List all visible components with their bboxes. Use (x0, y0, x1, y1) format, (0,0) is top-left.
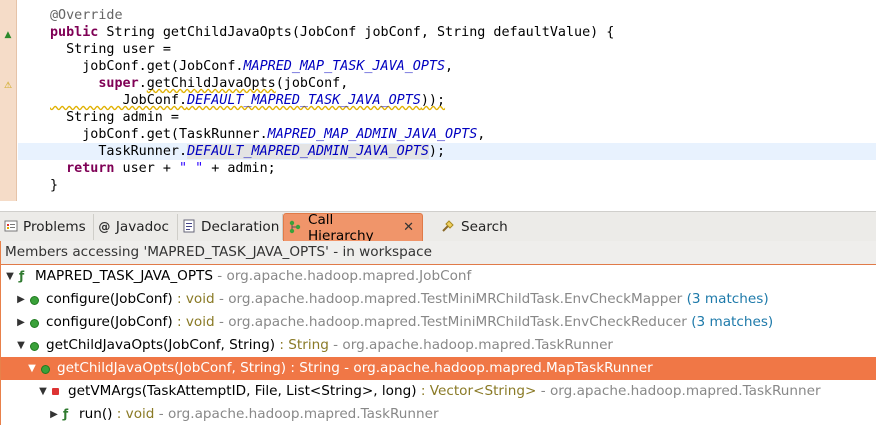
tree-row-label: configure(JobConf) : void - org.apache.h… (46, 311, 773, 334)
code-line: } (50, 178, 59, 193)
hierarchy-status-label: Members accessing 'MAPRED_TASK_JAVA_OPTS… (1, 241, 876, 265)
code-line: return user + " " + admin; (66, 161, 276, 176)
expanded-arrow-icon[interactable]: ▼ (38, 380, 48, 403)
code-text[interactable]: @Override public String getChildJavaOpts… (18, 7, 876, 194)
code-line: String user = (50, 42, 171, 57)
protected-method-icon (52, 388, 59, 395)
tree-row-name: configure(JobConf) (46, 314, 173, 330)
override-method-icon (30, 342, 39, 351)
tab-problems[interactable]: Problems (0, 214, 94, 240)
final-method-icon: ƒ (63, 407, 69, 421)
tree-row-ret: : void (172, 314, 215, 330)
problems-icon (4, 219, 18, 235)
code-editor[interactable]: ▲ ⚠ @Override public String getChildJava… (0, 0, 876, 207)
call-hierarchy-icon (288, 220, 303, 236)
code-line: @Override (18, 7, 876, 24)
field-icon: ƒ (19, 269, 25, 283)
tree-row-pkg: - org.apache.hadoop.mapred.MapTaskRunner (339, 360, 653, 376)
collapsed-arrow-icon[interactable]: ▶ (49, 403, 59, 426)
tree-row-pkg: - org.apache.hadoop.mapred.TaskRunner (328, 337, 614, 353)
tree-row-name: configure(JobConf) (46, 291, 173, 307)
tree-row-matches: (3 matches) (682, 291, 769, 307)
call-hierarchy-view: Members accessing 'MAPRED_TASK_JAVA_OPTS… (0, 241, 876, 425)
tree-row-label: MAPRED_TASK_JAVA_OPTS - org.apache.hadoo… (35, 265, 471, 288)
call-hierarchy-tree[interactable]: ▼ ƒ MAPRED_TASK_JAVA_OPTS - org.apache.had… (1, 265, 876, 426)
tree-row-pkg: - org.apache.hadoop.mapred.TestMiniMRChi… (214, 314, 687, 330)
javadoc-icon: @ (98, 220, 111, 234)
tree-row-ret: : String (275, 337, 329, 353)
tree-row-name: MAPRED_TASK_JAVA_OPTS (35, 268, 213, 284)
override-method-icon (41, 365, 50, 374)
code-line: public String getChildJavaOpts(JobConf j… (18, 24, 876, 41)
tree-row-pkg: - org.apache.hadoop.mapred.TaskRunner (154, 406, 439, 422)
declaration-icon (182, 219, 196, 235)
tree-row-ret: : Vector<String> (416, 383, 537, 399)
tree-row-pkg: - org.apache.hadoop.mapred.TaskRunner (536, 383, 821, 399)
tree-row[interactable]: ▼ getChildJavaOpts(JobConf, String) : Str… (1, 334, 876, 357)
close-icon[interactable]: ✕ (403, 220, 414, 235)
code-line: super.getChildJavaOpts(jobConf, (98, 76, 349, 91)
tree-row-name: getChildJavaOpts(JobConf, String) (46, 337, 276, 353)
code-line: JobConf.DEFAULT_MAPRED_TASK_JAVA_OPTS)); (50, 93, 446, 108)
tree-row-ret: : void (172, 291, 215, 307)
tree-row-label: getChildJavaOpts(JobConf, String) : Stri… (46, 334, 613, 357)
tree-row-name: run() (79, 406, 113, 422)
code-annotation: @Override (50, 8, 123, 23)
collapsed-arrow-icon[interactable]: ▶ (16, 288, 26, 311)
collapsed-arrow-icon[interactable]: ▶ (16, 311, 26, 334)
tab-declaration[interactable]: Declaration (178, 214, 283, 240)
search-icon (440, 219, 456, 235)
tree-row-label: getVMArgs(TaskAttemptID, File, List<Stri… (68, 380, 821, 403)
tab-search[interactable]: Search (436, 214, 516, 240)
public-method-icon (30, 296, 39, 305)
tree-row-label: getChildJavaOpts(JobConf, String) : Stri… (57, 357, 653, 380)
tab-call-hierarchy[interactable]: Call Hierarchy ✕ (283, 212, 423, 244)
public-method-icon (30, 319, 39, 328)
expanded-arrow-icon[interactable]: ▼ (16, 334, 26, 357)
tree-row[interactable]: ▼ getChildJavaOpts(JobConf, String) : Str… (1, 357, 876, 380)
code-line: String admin = (50, 110, 179, 125)
tree-row[interactable]: ▶ configure(JobConf) : void - org.apache.… (1, 311, 876, 334)
tree-row-pkg: - org.apache.hadoop.mapred.JobConf (212, 268, 472, 284)
code-line: jobConf.get(JobConf.MAPRED_MAP_TASK_JAVA… (50, 59, 454, 74)
code-line: jobConf.get(TaskRunner.MAPRED_MAP_ADMIN_… (50, 127, 486, 142)
editor-ruler: ▲ ⚠ (0, 0, 17, 201)
tree-row[interactable]: ▶ configure(JobConf) : void - org.apache.… (1, 288, 876, 311)
tab-javadoc[interactable]: @ Javadoc (94, 214, 178, 240)
tree-row-label: configure(JobConf) : void - org.apache.h… (46, 288, 769, 311)
tree-row-label: run() : void - org.apache.hadoop.mapred.… (79, 403, 439, 426)
tree-row-ret: : void (112, 406, 155, 422)
override-marker-icon[interactable]: ▲ (3, 31, 13, 40)
code-line-current: TaskRunner.DEFAULT_MAPRED_ADMIN_JAVA_OPT… (18, 143, 876, 160)
tree-row[interactable]: ▼ getVMArgs(TaskAttemptID, File, List<Str… (1, 380, 876, 403)
tree-row-pkg: - org.apache.hadoop.mapred.TestMiniMRChi… (214, 291, 683, 307)
tree-row[interactable]: ▼ ƒ MAPRED_TASK_JAVA_OPTS - org.apache.had… (1, 265, 876, 288)
tree-row-name: getVMArgs(TaskAttemptID, File, List<Stri… (68, 383, 417, 399)
code-method-signature: public String getChildJavaOpts(JobConf j… (50, 25, 615, 40)
tree-row-matches: (3 matches) (686, 314, 774, 330)
warning-marker-icon[interactable]: ⚠ (3, 82, 13, 91)
tree-row-name: getChildJavaOpts(JobConf, String) (57, 360, 287, 376)
tree-row[interactable]: ▶ ƒ run() : void - org.apache.hadoop.mapre… (1, 403, 876, 426)
expanded-arrow-icon[interactable]: ▼ (27, 357, 37, 380)
expanded-arrow-icon[interactable]: ▼ (5, 265, 15, 288)
tree-row-ret: : String (286, 360, 340, 376)
view-tab-bar: Problems @ Javadoc Declaration Call Hier… (0, 211, 876, 244)
